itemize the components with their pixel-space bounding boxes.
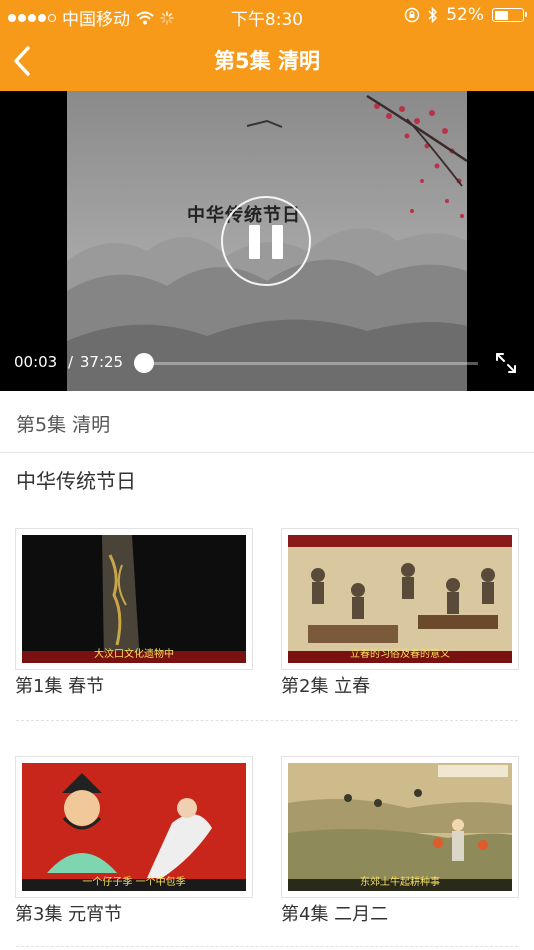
battery-percent: 52% — [446, 5, 484, 25]
bluetooth-icon — [428, 7, 438, 23]
duration: 37:25 — [79, 353, 124, 371]
episode-label: 第4集 二月二 — [281, 904, 389, 925]
episode-card-3[interactable]: 一个仔子季 一个中包季 第3集 元宵节 — [15, 756, 253, 926]
battery-icon — [492, 8, 527, 22]
time-separator: / — [68, 353, 74, 371]
thumbnail-caption: 东郊土牛起耕种事 — [360, 877, 440, 888]
episode-card-1[interactable]: 大汶口文化遗物中 第1集 春节 — [15, 528, 253, 698]
series-title: 中华传统节日 — [16, 469, 136, 493]
thumbnail-caption: 立春的习俗及春的意义 — [350, 649, 450, 660]
episode-thumbnail: 立春的习俗及春的意义 — [281, 528, 519, 670]
orientation-lock-icon — [404, 7, 420, 23]
pause-icon — [249, 225, 260, 259]
episode-card-4[interactable]: 东郊土牛起耕种事 第4集 二月二 — [281, 756, 519, 926]
time-display: 00:03 / 37:25 — [14, 353, 123, 371]
episode-label: 第3集 元宵节 — [15, 904, 123, 925]
status-right: 52% — [404, 5, 527, 25]
episode-thumbnail: 一个仔子季 一个中包季 — [15, 756, 253, 898]
episode-label: 第2集 立春 — [281, 676, 371, 697]
thumbnail-caption: 大汶口文化遗物中 — [94, 649, 174, 660]
episode-label: 第1集 春节 — [15, 676, 105, 697]
page-title: 第5集 清明 — [214, 49, 320, 73]
fullscreen-button[interactable] — [494, 351, 518, 375]
episode-card-2[interactable]: 立春的习俗及春的意义 第2集 立春 — [281, 528, 519, 698]
nav-bar: 第5集 清明 — [0, 30, 534, 91]
progress-track[interactable] — [144, 362, 478, 365]
progress-knob[interactable] — [134, 353, 154, 373]
episode-title: 第5集 清明 — [16, 414, 111, 436]
row-divider — [16, 720, 518, 721]
episode-thumbnail: 大汶口文化遗物中 — [15, 528, 253, 670]
episode-thumbnail: 东郊土牛起耕种事 — [281, 756, 519, 898]
thumbnail-caption: 一个仔子季 一个中包季 — [82, 877, 186, 888]
row-divider — [16, 946, 518, 947]
status-bar: 中国移动 下午8:30 52% — [0, 0, 534, 30]
pause-button[interactable] — [221, 196, 311, 286]
video-player[interactable]: 中华传统节日 00:03 / 37:25 — [0, 91, 534, 391]
current-time: 00:03 — [14, 353, 58, 371]
divider — [0, 452, 534, 453]
